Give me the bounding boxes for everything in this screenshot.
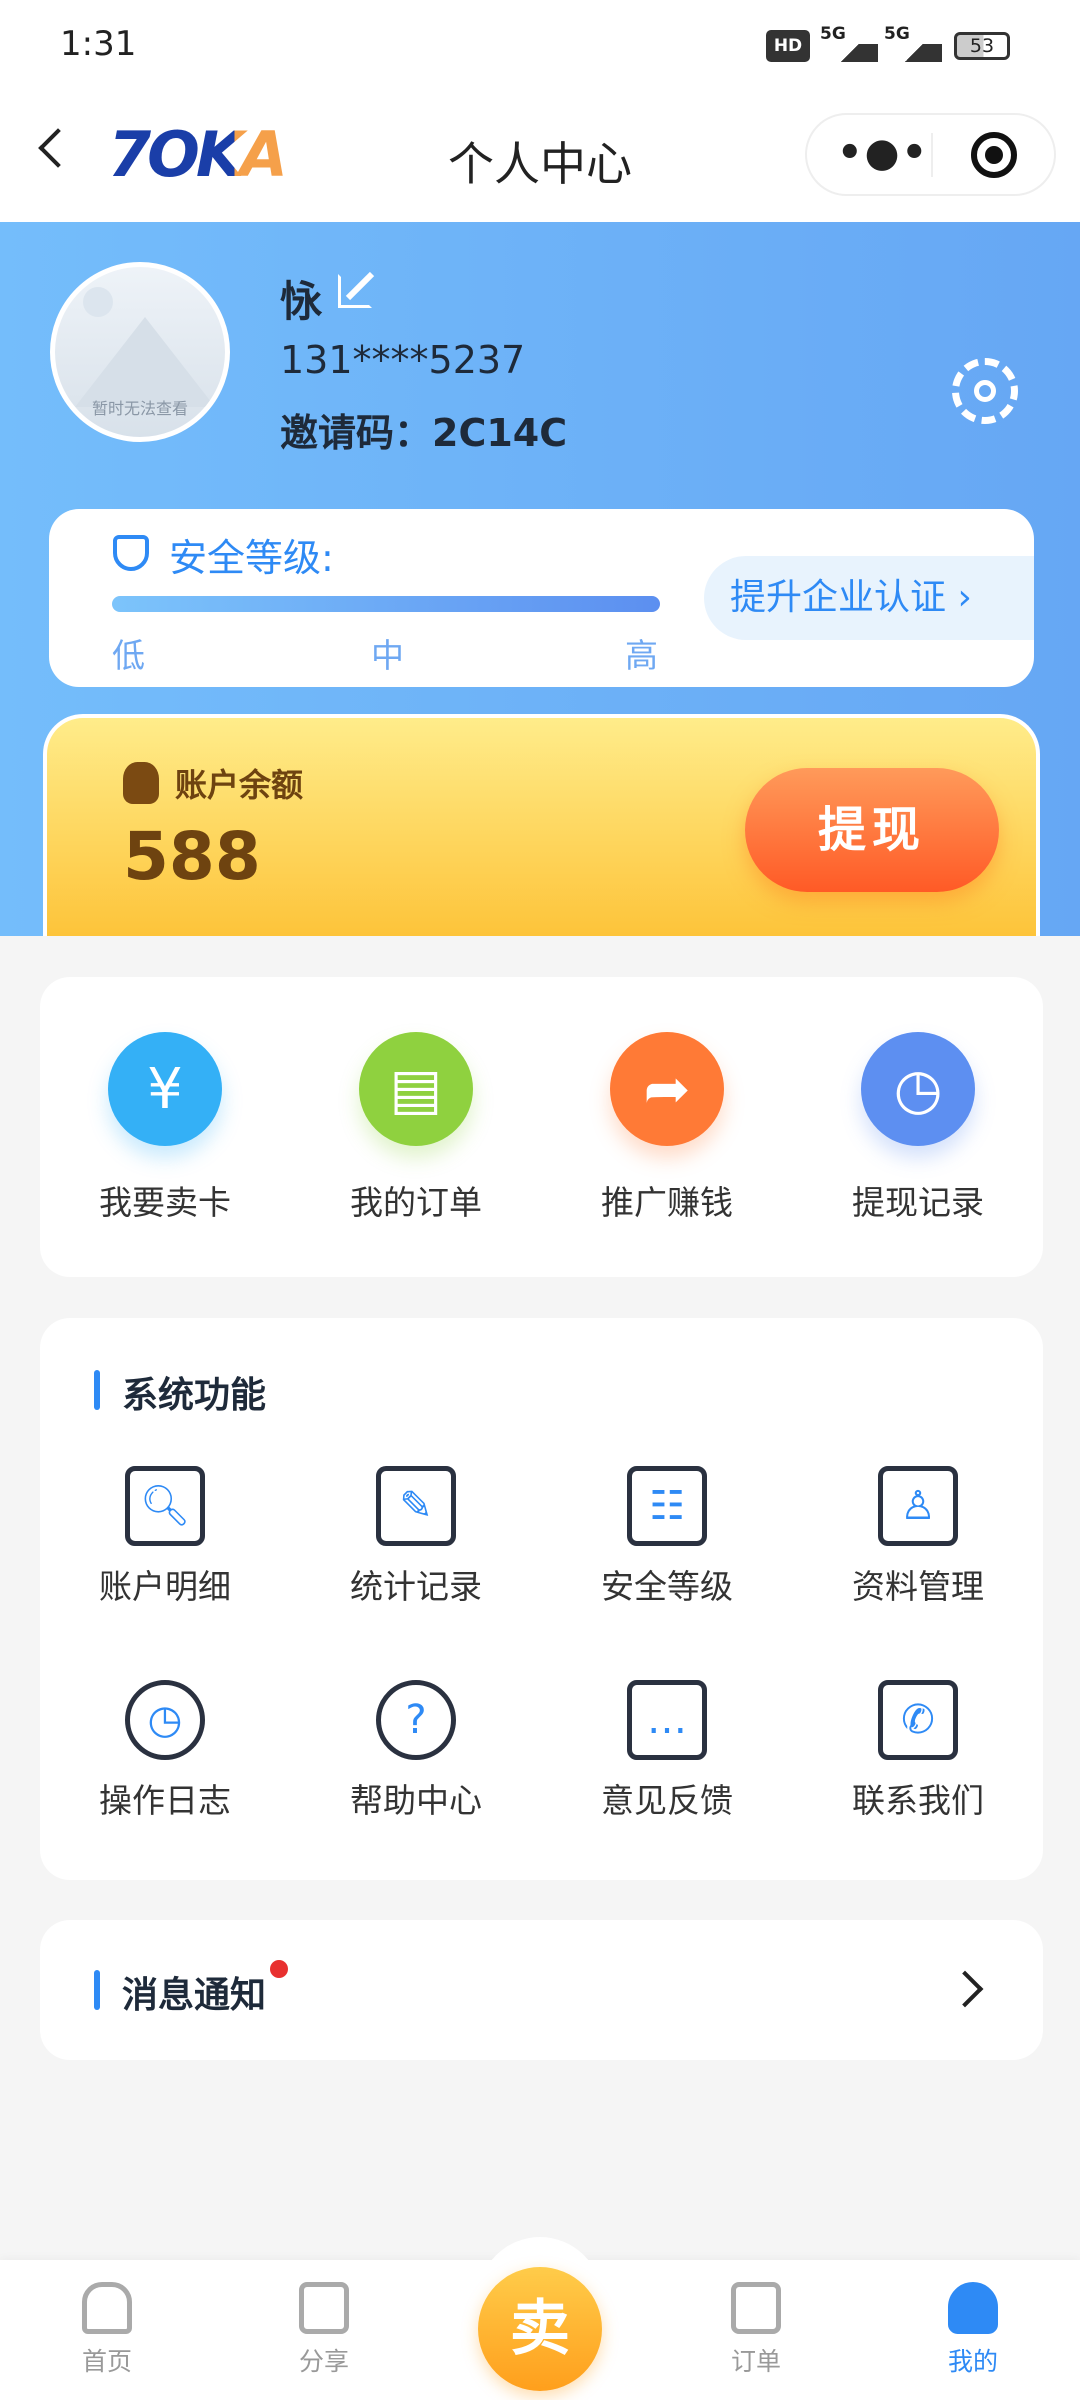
id-card-icon: ☷ — [627, 1466, 707, 1546]
diamond-icon — [113, 535, 149, 571]
level-low: 低 — [112, 636, 145, 675]
section-marker — [94, 1370, 100, 1410]
tab-sell[interactable]: 卖 — [478, 2267, 602, 2391]
settings-gear-icon[interactable] — [952, 358, 1018, 424]
level-mid: 中 — [371, 636, 404, 675]
doc-search-icon: 🔍︎ — [125, 1466, 205, 1546]
quick-action-label: 我的订单 — [350, 1183, 482, 1222]
money-bag-icon — [123, 762, 159, 804]
withdraw-button[interactable]: 提现 — [745, 768, 999, 892]
signal-icon-2 — [886, 44, 942, 62]
system-item-label: 操作日志 — [99, 1781, 231, 1820]
system-item-label: 资料管理 — [852, 1567, 984, 1606]
security-title: 安全等级: — [169, 536, 334, 580]
upgrade-enterprise-button[interactable]: 提升企业认证 › — [704, 556, 1034, 640]
record-target-icon[interactable] — [971, 132, 1017, 178]
security-card: 安全等级: 低 中 高 提升企业认证 › — [49, 509, 1034, 687]
level-high: 高 — [625, 636, 658, 675]
chevron-right-icon: › — [957, 577, 972, 618]
status-bar: 1:31 HD 5G 5G 53 — [0, 0, 1080, 90]
system-item-label: 统计记录 — [350, 1567, 482, 1606]
message-notification-row[interactable]: 消息通知 — [40, 1920, 1043, 2060]
capsule-divider — [931, 133, 933, 177]
nav-bar: 7OKA 个人中心 •●• — [0, 90, 1080, 222]
hd-icon: HD — [766, 30, 810, 62]
section-marker — [94, 1970, 100, 2010]
chevron-right-icon — [946, 1970, 984, 2008]
system-item-label: 意见反馈 — [601, 1781, 733, 1820]
tab-gift[interactable]: 分享 — [298, 2282, 350, 2378]
quick-action-label: 我要卖卡 — [99, 1183, 231, 1222]
balance-amount: 588 — [123, 818, 261, 895]
clock-icon: ◷ — [861, 1032, 975, 1146]
system-item-label: 安全等级 — [601, 1567, 733, 1606]
tab-label: 我的 — [947, 2347, 999, 2376]
avatar-placeholder-text: 暂时无法查看 — [91, 399, 189, 418]
question-icon: ? — [376, 1680, 456, 1760]
chat-dots-icon: … — [627, 1680, 707, 1760]
system-item-label: 账户明细 — [99, 1567, 231, 1606]
avatar-sun — [83, 287, 113, 317]
edit-icon[interactable] — [338, 271, 375, 308]
order-icon — [730, 2282, 781, 2334]
home-icon — [81, 2282, 132, 2334]
doc-edit-icon: ✎ — [376, 1466, 456, 1546]
money-bag-icon: ¥ — [108, 1032, 222, 1146]
balance-card: 账户余额 588 提现 — [43, 714, 1040, 936]
tab-home[interactable]: 首页 — [81, 2282, 133, 2378]
system-title: 系统功能 — [122, 1375, 267, 1416]
avatar-mountain — [75, 317, 215, 407]
tab-label: 订单 — [730, 2347, 782, 2376]
invite-code: 邀请码：2C14C — [280, 411, 568, 455]
avatar[interactable]: 暂时无法查看 — [50, 262, 230, 442]
phone-icon: ✆ — [878, 1680, 958, 1760]
balance-label: 账户余额 — [175, 766, 304, 804]
quick-action-label: 提现记录 — [852, 1183, 984, 1222]
message-title: 消息通知 — [122, 1975, 267, 2016]
gift-icon — [298, 2282, 349, 2334]
user-phone: 131****5237 — [280, 338, 526, 382]
user-name: 怺 — [280, 277, 323, 326]
profile-icon — [947, 2282, 998, 2334]
clock-icon: ◷ — [125, 1680, 205, 1760]
security-level-bar — [112, 596, 660, 612]
profile-header: 暂时无法查看 怺 131****5237 邀请码：2C14C 安全等级: 低 中… — [0, 222, 1080, 936]
order-doc-icon: ▤ — [359, 1032, 473, 1146]
more-dots-icon[interactable]: •●• — [837, 133, 929, 173]
network-label-2: 5G — [884, 24, 910, 44]
back-icon[interactable] — [38, 128, 78, 168]
tab-label: 首页 — [81, 2347, 133, 2376]
tab-label: 分享 — [298, 2347, 350, 2376]
share-arrow-icon: ➦ — [610, 1032, 724, 1146]
status-time: 1:31 — [60, 24, 137, 64]
tab-profile[interactable]: 我的 — [947, 2282, 999, 2378]
quick-action-label: 推广赚钱 — [601, 1183, 733, 1222]
signal-icon — [822, 44, 878, 62]
system-item-label: 联系我们 — [852, 1781, 984, 1820]
page-title: 个人中心 — [448, 137, 632, 191]
app-logo: 7OKA — [108, 118, 288, 191]
system-item-label: 帮助中心 — [350, 1781, 482, 1820]
battery-icon: 53 — [954, 32, 1010, 60]
mini-program-capsule: •●• — [805, 113, 1056, 196]
network-label: 5G — [820, 24, 846, 44]
unread-dot — [270, 1960, 288, 1978]
user-icon: ♙ — [878, 1466, 958, 1546]
tab-order[interactable]: 订单 — [730, 2282, 782, 2378]
